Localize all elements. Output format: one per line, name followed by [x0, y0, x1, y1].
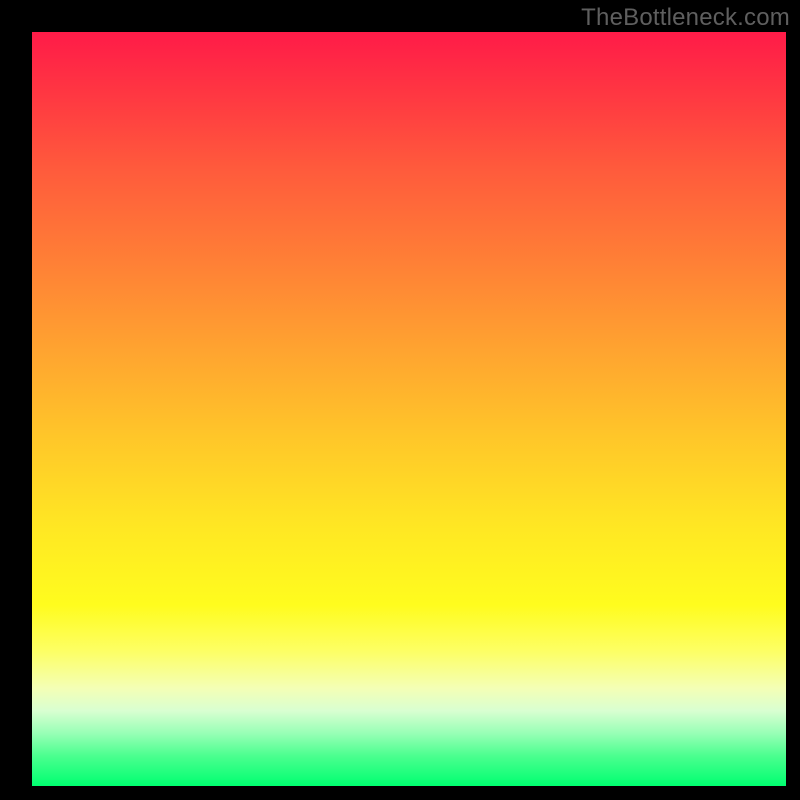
watermark-text: TheBottleneck.com — [581, 4, 790, 32]
background-gradient — [32, 32, 786, 786]
chart-frame: TheBottleneck.com — [0, 0, 800, 800]
plot-area — [32, 32, 786, 786]
